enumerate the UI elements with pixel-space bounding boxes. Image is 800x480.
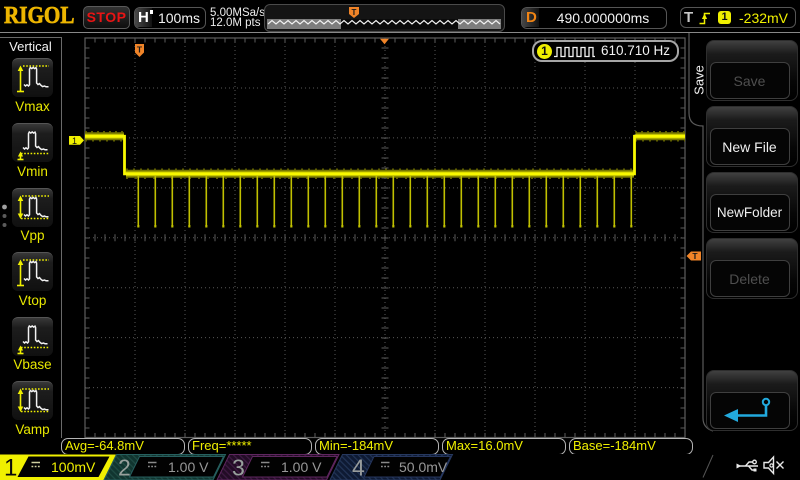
svg-text:1: 1 [4, 455, 17, 480]
svg-text:4: 4 [352, 455, 365, 480]
svg-text:100mV: 100mV [51, 459, 96, 475]
svg-text:2: 2 [118, 455, 131, 480]
svg-text:T: T [137, 45, 143, 55]
svg-text:T: T [692, 251, 698, 261]
svg-text:1.00 V: 1.00 V [168, 459, 209, 475]
svg-text:1.00 V: 1.00 V [281, 459, 322, 475]
svg-text:T: T [352, 8, 357, 17]
svg-text:50.0mV: 50.0mV [399, 459, 448, 475]
svg-text:1: 1 [72, 136, 77, 146]
